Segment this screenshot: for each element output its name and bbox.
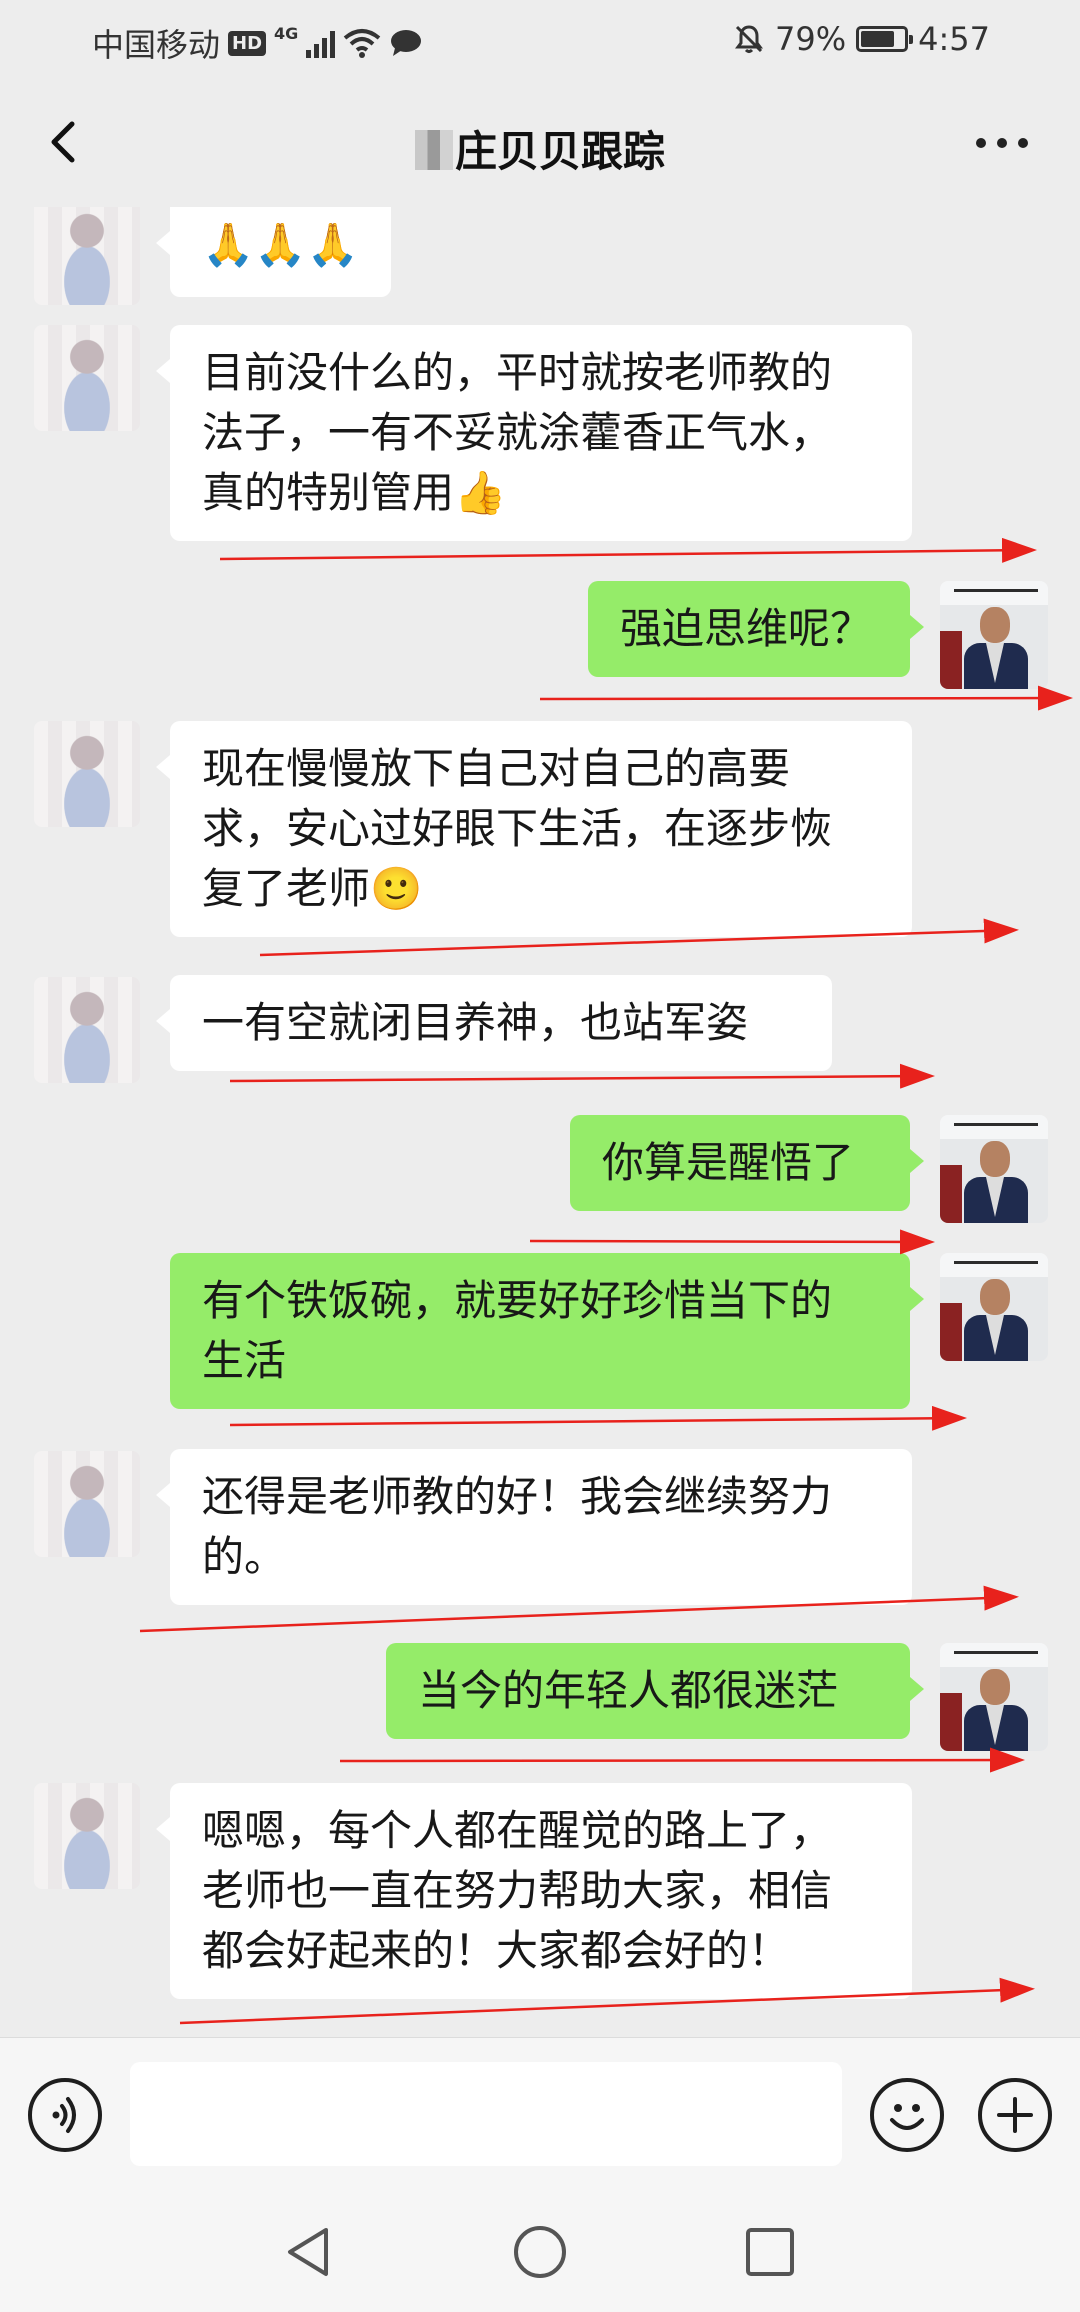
status-right: 79% 4:57	[733, 20, 990, 58]
more-dot	[976, 138, 986, 148]
chat-title: 庄贝贝跟踪	[0, 118, 1080, 179]
chat-messages[interactable]: 🙏🙏🙏 目前没什么的，平时就按老师教的 法子，一有不妥就涂藿香正气水， 真的特别…	[0, 207, 1080, 2037]
contact-avatar[interactable]	[34, 1451, 140, 1557]
my-avatar[interactable]	[940, 1643, 1048, 1751]
battery-icon	[856, 26, 914, 52]
emoji-button[interactable]	[870, 2078, 944, 2152]
contact-avatar[interactable]	[34, 977, 140, 1083]
input-bar	[0, 2037, 1080, 2192]
message-notification-icon	[391, 30, 422, 56]
signal-icon	[306, 28, 336, 58]
message-input[interactable]	[130, 2062, 842, 2166]
message-bubble-outgoing[interactable]: 你算是醒悟了	[570, 1115, 924, 1211]
wifi-icon	[344, 29, 381, 58]
annotation-arrow	[529, 1229, 935, 1255]
plus-icon	[997, 2097, 1033, 2133]
battery-percent: 79%	[775, 20, 847, 58]
status-left: 中国移动 HD 4G	[92, 20, 423, 66]
contact-avatar[interactable]	[34, 207, 140, 305]
emoji-icon	[890, 2104, 924, 2130]
chat-header: 庄贝贝跟踪	[0, 82, 1080, 207]
message-bubble-incoming[interactable]: 现在慢慢放下自己对自己的高要 求，安心过好眼下生活，在逐步恢 复了老师🙂	[156, 721, 912, 937]
hd-badge: HD	[228, 30, 267, 56]
battery-fill	[861, 31, 895, 47]
annotation-arrow	[339, 1747, 1025, 1773]
message-bubble-incoming[interactable]: 还得是老师教的好！我会继续努力 的。	[156, 1449, 912, 1605]
add-button[interactable]	[978, 2078, 1052, 2152]
redacted-mosaic	[414, 130, 453, 170]
voice-button[interactable]	[28, 2078, 102, 2152]
message-bubble-incoming[interactable]: 嗯嗯，每个人都在醒觉的路上了， 老师也一直在努力帮助大家，相信 都会好起来的！大…	[156, 1783, 912, 1999]
network-type-label: 4G	[274, 23, 299, 43]
contact-avatar[interactable]	[34, 721, 140, 827]
nav-home-icon[interactable]	[510, 2222, 570, 2282]
message-bubble-outgoing[interactable]: 有个铁饭碗，就要好好珍惜当下的 生活	[170, 1253, 924, 1409]
carrier-label: 中国移动	[92, 26, 221, 64]
message-bubble-incoming[interactable]: 一有空就闭目养神，也站军姿	[156, 975, 832, 1071]
annotation-arrow	[219, 537, 1037, 563]
chat-title-text: 庄贝贝跟踪	[454, 127, 665, 176]
more-button[interactable]	[976, 138, 1028, 148]
voice-icon	[52, 2097, 76, 2133]
status-bar: 中国移动 HD 4G 79% 4:57	[0, 0, 1080, 82]
message-bubble-outgoing[interactable]: 强迫思维呢？	[588, 581, 924, 677]
clock: 4:57	[918, 20, 990, 58]
annotation-arrow	[539, 685, 1073, 711]
annotation-arrow	[229, 1063, 935, 1089]
more-dot	[1018, 138, 1028, 148]
annotation-arrow	[229, 1405, 967, 1431]
message-bubble-outgoing[interactable]: 当今的年轻人都很迷茫	[386, 1643, 924, 1739]
nav-recent-icon[interactable]	[740, 2222, 800, 2282]
nav-back-icon[interactable]	[280, 2222, 336, 2282]
contact-avatar[interactable]	[34, 1783, 140, 1889]
my-avatar[interactable]	[940, 1253, 1048, 1361]
message-bubble-incoming[interactable]: 目前没什么的，平时就按老师教的 法子，一有不妥就涂藿香正气水， 真的特别管用👍	[156, 325, 912, 541]
more-dot	[997, 138, 1007, 148]
my-avatar[interactable]	[940, 581, 1048, 689]
mute-bell-icon	[735, 25, 764, 53]
system-nav-bar	[0, 2192, 1080, 2312]
contact-avatar[interactable]	[34, 325, 140, 431]
message-bubble-incoming[interactable]: 🙏🙏🙏	[156, 207, 391, 297]
my-avatar[interactable]	[940, 1115, 1048, 1223]
